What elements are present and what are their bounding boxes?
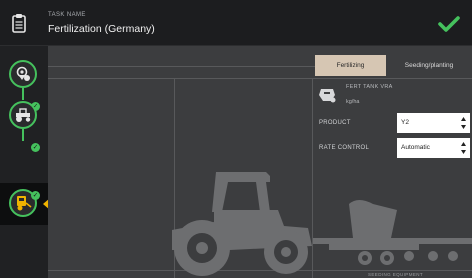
step-done-badge: ✓ xyxy=(31,143,40,152)
workflow-sidebar: ✓ ✓ ✓ xyxy=(0,46,50,278)
product-value: Y2 xyxy=(401,119,409,126)
step-done-badge: ✓ xyxy=(31,191,40,200)
tank-unit: kg/ha xyxy=(346,99,360,105)
fertilizer-tank-icon xyxy=(319,89,336,103)
implement-settings-panel: Fertilizing Seeding/planting FERT TANK V… xyxy=(313,55,472,278)
tab-fertilizing[interactable]: Fertilizing xyxy=(315,55,386,76)
header-bar: TASK NAME Fertilization (Germany) xyxy=(0,0,472,46)
clipboard-icon xyxy=(12,14,26,33)
product-label: PRODUCT xyxy=(319,120,351,126)
tab-seeding-planting[interactable]: Seeding/planting xyxy=(386,55,472,76)
field-location-icon xyxy=(16,66,30,81)
step-field-selection[interactable] xyxy=(9,60,37,88)
rate-control-label: RATE CONTROL xyxy=(319,145,370,151)
select-arrows-icon xyxy=(461,142,466,154)
rate-control-select[interactable]: Automatic xyxy=(397,138,470,158)
product-select[interactable]: Y2 xyxy=(397,113,470,133)
tank-name: FERT TANK VRA xyxy=(346,84,393,90)
task-name-label: TASK NAME xyxy=(48,12,86,18)
task-name-field[interactable]: Fertilization (Germany) xyxy=(48,23,155,35)
rate-control-value: Automatic xyxy=(401,144,430,151)
implement-icon xyxy=(17,196,32,211)
select-arrows-icon xyxy=(461,117,466,129)
step-connector xyxy=(22,129,24,141)
tractor-illustration xyxy=(172,172,312,276)
tractor-icon xyxy=(16,108,31,122)
step-connector xyxy=(22,88,24,100)
checkmark-icon[interactable] xyxy=(438,16,460,32)
step-vehicle-selection[interactable] xyxy=(9,101,37,129)
